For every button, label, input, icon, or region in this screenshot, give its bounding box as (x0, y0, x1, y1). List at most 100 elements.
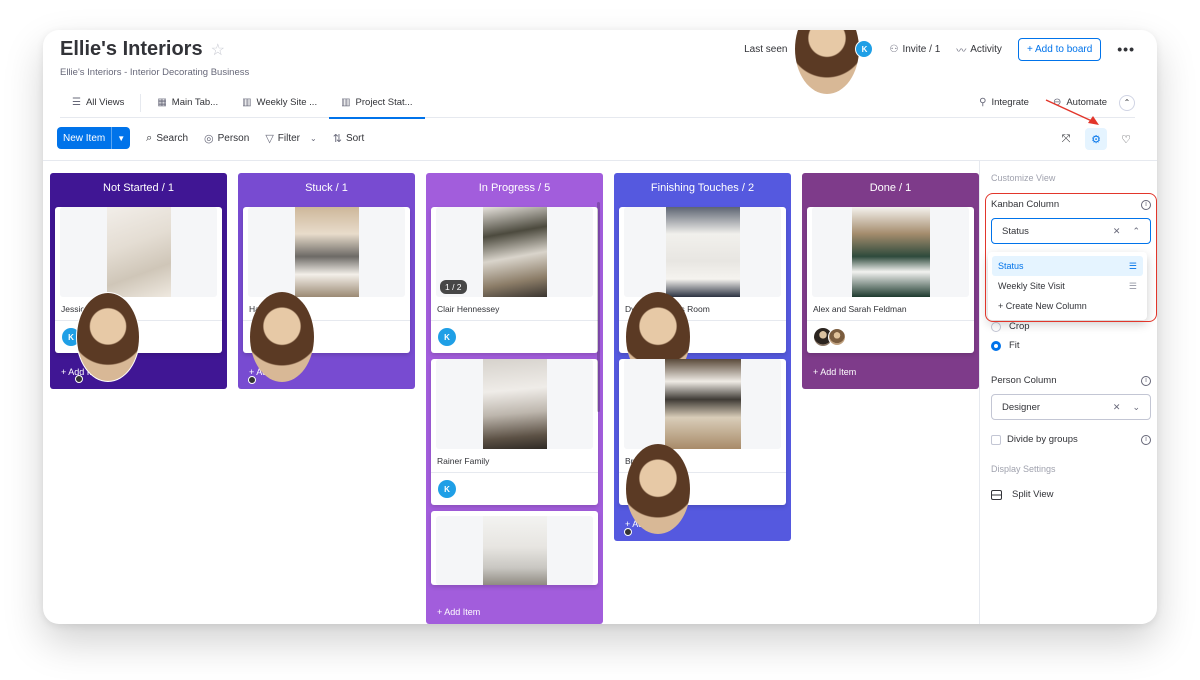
info-icon[interactable]: i (1141, 434, 1151, 445)
chevron-down-icon[interactable]: ⌄ (1132, 402, 1140, 413)
collapse-header-icon[interactable]: ⌃ (1119, 94, 1135, 111)
card-image[interactable] (60, 207, 217, 297)
display-settings-heading: Display Settings (991, 464, 1056, 474)
kanban-card[interactable]: Jessica's Room K (55, 207, 222, 383)
filter-label: Filter (277, 132, 301, 144)
kanban-card[interactable]: Halsey Family (243, 207, 410, 384)
avatar: K (855, 40, 874, 58)
card-people[interactable]: K (431, 473, 598, 505)
view-tools: ⤧ ⚙ ♡ (1055, 128, 1137, 150)
card-people[interactable]: K (55, 292, 222, 383)
board-description[interactable]: Ellie's Interiors - Interior Decorating … (60, 67, 249, 78)
settings-gear-icon[interactable]: ⚙ (1085, 128, 1107, 150)
card-people[interactable] (619, 444, 786, 536)
tab-main-table[interactable]: ▦ Main Tab... (145, 88, 230, 118)
dropdown-option-create-column[interactable]: + Create New Column (992, 296, 1143, 316)
radio-button[interactable] (991, 340, 1001, 351)
option-label: Weekly Site Visit (998, 281, 1065, 291)
column-header[interactable]: Done / 1 (807, 173, 974, 202)
radio-fit[interactable]: Fit (991, 340, 1151, 351)
automate-label: Automate (1066, 97, 1107, 108)
tab-label: Weekly Site ... (256, 97, 318, 108)
add-to-board-button[interactable]: + Add to board (1017, 37, 1102, 61)
card-image[interactable] (624, 207, 781, 297)
kanban-icon: ▥ (341, 97, 351, 108)
info-icon[interactable]: i (1141, 375, 1151, 386)
column-header[interactable]: Stuck / 1 (243, 173, 410, 202)
checkbox[interactable] (991, 434, 1001, 445)
avatar: K (438, 480, 456, 498)
last-seen[interactable]: Last seen K (744, 30, 874, 94)
card-image[interactable] (436, 516, 593, 585)
person-column-label-row: Person Column i (991, 375, 1151, 386)
kanban-card[interactable]: Brooke Roland (619, 359, 786, 536)
integrate-icon: ⚲ (979, 97, 987, 108)
integrate-button[interactable]: ⚲ Integrate (967, 88, 1041, 118)
clear-icon[interactable]: ✕ (1113, 226, 1121, 237)
search-button[interactable]: ⌕ Search (146, 132, 188, 145)
new-item-button[interactable]: New Item ▼ (57, 127, 131, 149)
chevron-up-icon[interactable]: ⌃ (1132, 226, 1140, 237)
card-image[interactable] (436, 359, 593, 449)
card-image[interactable] (248, 207, 405, 297)
kanban-column-dropdown: Status ☰ Weekly Site Visit ☰ + Create Ne… (988, 252, 1147, 320)
new-item-label[interactable]: New Item (57, 133, 111, 144)
dropdown-option-status[interactable]: Status ☰ (992, 256, 1143, 276)
board-title-row: Ellie's Interiors ☆ (60, 38, 225, 61)
sort-label: Sort (345, 132, 365, 144)
add-item-button[interactable]: + Add Item (431, 599, 598, 624)
feedback-icon[interactable]: ♡ (1115, 128, 1137, 150)
card-people[interactable]: K (431, 321, 598, 353)
kanban-card[interactable]: Alex and Sarah Feldman (807, 207, 974, 353)
kanban-card[interactable] (431, 511, 598, 585)
option-label: + Create New Column (998, 301, 1087, 311)
tab-weekly-site-visit[interactable]: ▥ Weekly Site ... (230, 88, 329, 118)
invite-button[interactable]: ⚇ Invite / 1 (889, 44, 940, 55)
avatar (795, 30, 860, 94)
chevron-down-icon[interactable]: ▼ (111, 127, 130, 149)
card-image[interactable]: 1 / 2 (436, 207, 593, 297)
card-name: Rainer Family (431, 449, 598, 473)
dropdown-option-weekly-site-visit[interactable]: Weekly Site Visit ☰ (992, 276, 1143, 296)
card-image[interactable] (812, 207, 969, 297)
split-view-option[interactable]: Split View (991, 489, 1151, 500)
clear-icon[interactable]: ✕ (1113, 402, 1121, 413)
activity-icon: 〰 (956, 45, 967, 57)
info-icon[interactable]: i (1141, 199, 1151, 210)
more-options-icon[interactable]: ••• (1117, 41, 1135, 57)
person-column-select[interactable]: Designer ✕ ⌄ (991, 394, 1151, 420)
add-item-button[interactable]: + Add Item (807, 359, 974, 389)
robot-icon: ⊖ (1052, 97, 1062, 108)
column-header[interactable]: Finishing Touches / 2 (619, 173, 786, 202)
avatar (248, 292, 314, 384)
divide-by-groups-checkbox[interactable]: Divide by groups (991, 434, 1078, 445)
kanban-card[interactable]: Rainer Family K (431, 359, 598, 505)
column-header[interactable]: Not Started / 1 (55, 173, 222, 202)
board-title[interactable]: Ellie's Interiors (60, 38, 203, 61)
radio-crop[interactable]: Crop (991, 321, 1151, 332)
person-filter-button[interactable]: ◎ Person (204, 132, 249, 145)
kanban-card[interactable]: 1 / 2 Clair Hennessey K (431, 207, 598, 353)
tab-label: Project Stat... (355, 97, 413, 108)
filter-button[interactable]: ▽ Filter ⌄ (265, 132, 316, 145)
automate-button[interactable]: ⊖ Automate (1041, 88, 1119, 118)
tab-project-status[interactable]: ▥ Project Stat... (329, 88, 426, 119)
image-pager[interactable]: 1 / 2 (440, 280, 467, 294)
fullscreen-icon[interactable]: ⤧ (1055, 128, 1077, 150)
tab-all-views[interactable]: ☰ All Views (60, 88, 136, 118)
kanban-column-in-progress: In Progress / 5 1 / 2 Clair Hennessey K … (426, 173, 603, 624)
activity-button[interactable]: 〰 Activity (956, 42, 1002, 57)
card-people[interactable] (619, 292, 786, 384)
radio-button[interactable] (991, 321, 1001, 332)
sort-button[interactable]: ⇅ Sort (333, 132, 365, 145)
column-scrollbar[interactable] (597, 202, 600, 412)
kanban-column-select[interactable]: Status ✕ ⌃ (991, 218, 1151, 244)
column-header[interactable]: In Progress / 5 (431, 173, 598, 202)
avatar: K (438, 328, 456, 346)
star-icon[interactable]: ☆ (211, 40, 225, 60)
kanban-card[interactable]: Dylan and Jay's Room (619, 207, 786, 384)
card-image[interactable] (624, 359, 781, 449)
chevron-down-icon[interactable]: ⌄ (310, 134, 317, 143)
card-people[interactable] (807, 321, 974, 353)
card-people[interactable] (243, 292, 410, 384)
